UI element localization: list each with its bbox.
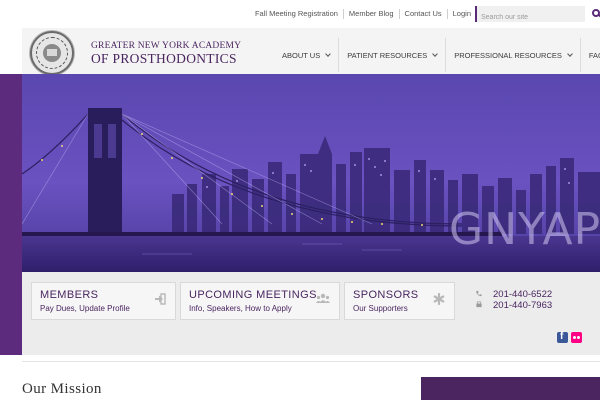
facebook-icon[interactable] xyxy=(557,331,568,343)
search-box xyxy=(475,6,585,26)
nav-faqs-label: FAQS xyxy=(588,50,600,60)
nav-patient-resources[interactable]: PATIENT RESOURCES xyxy=(338,38,445,72)
chevron-down-icon xyxy=(567,50,573,57)
nav-professional-resources[interactable]: PROFESSIONAL RESOURCES xyxy=(445,38,580,72)
mission-heading: Our Mission xyxy=(22,381,102,397)
top-utility-bar: Fall Meeting Registration Member Blog Co… xyxy=(0,0,600,28)
search-input[interactable] xyxy=(477,9,585,26)
members-card-title: MEMBERS xyxy=(40,289,99,301)
content-area: Our Mission xyxy=(0,355,600,400)
fax-row: 201-440-7963 xyxy=(475,300,552,311)
brand-name-line1[interactable]: GREATER NEW YORK ACADEMY xyxy=(91,41,241,51)
fall-meeting-registration-link[interactable]: Fall Meeting Registration xyxy=(250,9,344,19)
chevron-down-icon xyxy=(325,50,332,57)
upcoming-meetings-card-title: UPCOMING MEETINGS xyxy=(189,289,317,301)
upcoming-meetings-card-subtitle: Info, Speakers, How to Apply xyxy=(189,304,292,313)
feature-strip: MEMBERS Pay Dues, Update Profile UPCOMIN… xyxy=(22,272,600,355)
users-icon xyxy=(316,293,330,303)
main-nav: ABOUT US PATIENT RESOURCES PROFESSIONAL … xyxy=(274,38,600,72)
brand-name-line2[interactable]: OF PROSTHODONTICS xyxy=(91,51,237,67)
fax-icon xyxy=(476,301,482,308)
fax-number: 201-440-7963 xyxy=(493,300,553,311)
utility-links: Fall Meeting Registration Member Blog Co… xyxy=(250,9,476,19)
members-card-subtitle: Pay Dues, Update Profile xyxy=(40,304,130,313)
sign-in-icon xyxy=(155,293,166,305)
page: Fall Meeting Registration Member Blog Co… xyxy=(0,0,600,400)
nav-patient-resources-label: PATIENT RESOURCES xyxy=(347,50,428,60)
sponsors-card[interactable]: SPONSORS Our Supporters xyxy=(344,282,455,320)
seal-core xyxy=(43,44,61,62)
sponsors-card-title: SPONSORS xyxy=(353,289,419,301)
flickr-icon[interactable] xyxy=(571,332,582,343)
chevron-down-icon xyxy=(432,50,439,57)
sponsors-card-subtitle: Our Supporters xyxy=(353,304,408,313)
phone-row: 201-440-6522 xyxy=(475,289,552,300)
left-accent-band xyxy=(0,74,22,355)
member-blog-link[interactable]: Member Blog xyxy=(344,9,400,19)
members-card[interactable]: MEMBERS Pay Dues, Update Profile xyxy=(31,282,176,320)
upcoming-meetings-card[interactable]: UPCOMING MEETINGS Info, Speakers, How to… xyxy=(180,282,340,320)
divider xyxy=(22,361,600,362)
asterisk-icon xyxy=(433,293,445,305)
nav-about-us-label: ABOUT US xyxy=(282,50,321,60)
events-panel xyxy=(421,377,600,400)
search-icon[interactable] xyxy=(592,9,600,17)
logo-seal[interactable] xyxy=(30,31,74,75)
login-link[interactable]: Login xyxy=(448,9,476,19)
site-header: GREATER NEW YORK ACADEMY OF PROSTHODONTI… xyxy=(22,28,600,75)
nav-about-us[interactable]: ABOUT US xyxy=(274,38,338,72)
nav-professional-resources-label: PROFESSIONAL RESOURCES xyxy=(454,50,562,60)
hero-overlay-text: GNYAP xyxy=(449,204,600,255)
contact-us-link[interactable]: Contact Us xyxy=(400,9,448,19)
phone-icon xyxy=(476,290,482,297)
hero-banner: GNYAP xyxy=(22,74,600,272)
phone-number[interactable]: 201-440-6522 xyxy=(493,289,552,300)
nav-faqs[interactable]: FAQS xyxy=(579,38,600,72)
